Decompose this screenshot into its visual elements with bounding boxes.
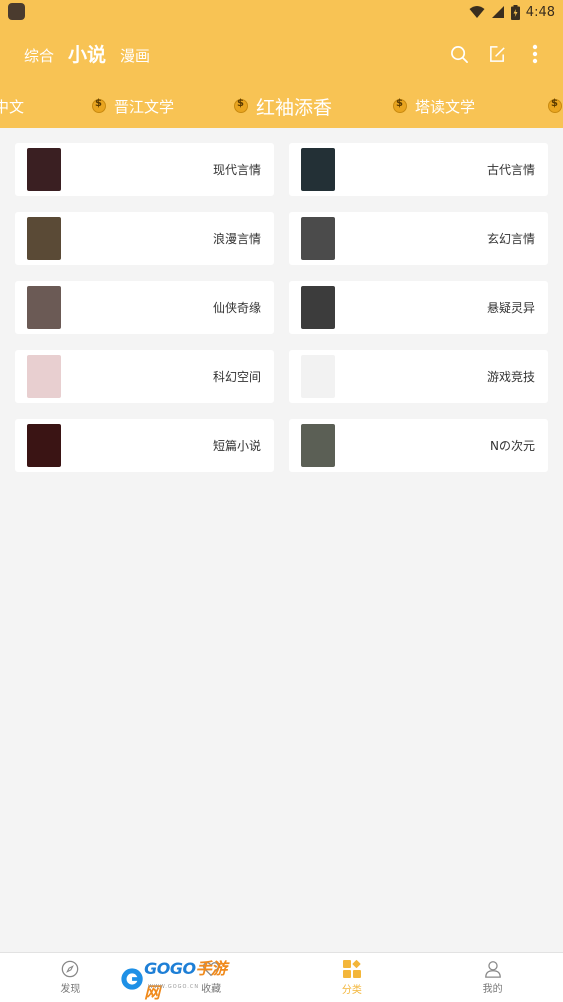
coin-icon: [393, 98, 407, 113]
edit-icon: [489, 45, 505, 62]
tab-comic[interactable]: 漫画: [120, 45, 150, 66]
coin-icon: [234, 98, 248, 113]
status-time: 4:48: [525, 4, 555, 20]
category-thumbnail: [27, 424, 61, 467]
category-card[interactable]: 悬疑灵异: [289, 281, 548, 334]
bottom-nav: 发现 收藏 分类 我的: [0, 952, 563, 1002]
category-label: 科幻空间: [212, 370, 261, 384]
category-card[interactable]: 游戏竞技: [289, 350, 548, 403]
toolbar: [449, 44, 545, 64]
nav-label: 发现: [60, 984, 81, 995]
source-label: 晋江文学: [114, 97, 175, 116]
watermark-latin: GOGO: [144, 959, 196, 978]
source-label: 塔读文学: [415, 97, 476, 116]
source-item[interactable]: 中文: [0, 88, 24, 124]
nav-label: 分类: [341, 985, 362, 996]
source-item-selected[interactable]: 红袖添香: [234, 88, 332, 124]
category-thumbnail: [301, 217, 335, 260]
source-scroller[interactable]: 中文 晋江文学 红袖添香 塔读文学: [0, 88, 563, 124]
category-card[interactable]: 短篇小说: [15, 419, 274, 472]
source-item[interactable]: [548, 88, 563, 124]
category-thumbnail: [27, 286, 61, 329]
source-item[interactable]: 晋江文学: [92, 88, 174, 124]
tab-comprehensive[interactable]: 综合: [24, 45, 54, 66]
watermark-e-icon: [121, 968, 143, 990]
app-header: 4:48 综合 小说 漫画 中文 $ 晋江文学 $ 红袖添香 $ 塔读文学 $: [0, 0, 563, 128]
top-tabs: 综合 小说 漫画: [24, 40, 150, 72]
watermark-url: WWW.GOGO.CN: [148, 984, 200, 990]
category-card[interactable]: 古代言情: [289, 143, 548, 196]
source-label: 中文: [0, 97, 25, 116]
tab-novel[interactable]: 小说: [68, 40, 106, 67]
coin-icon: [548, 98, 562, 113]
category-thumbnail: [301, 148, 335, 191]
category-card[interactable]: Nの次元: [289, 419, 548, 472]
nav-category[interactable]: 分类: [282, 953, 423, 1002]
coin-icon: [92, 98, 106, 113]
category-label: 古代言情: [486, 163, 535, 177]
watermark-text: GOGO手游网: [144, 955, 235, 1002]
category-card[interactable]: 浪漫言情: [15, 212, 274, 265]
compass-icon: [62, 960, 79, 978]
watermark-logo: GOGO手游网 WWW.GOGO.CN: [120, 959, 235, 1002]
battery-icon: [510, 4, 520, 20]
source-item[interactable]: 塔读文学: [393, 88, 475, 124]
category-label: 游戏竞技: [486, 370, 535, 384]
category-card[interactable]: 科幻空间: [15, 350, 274, 403]
search-button[interactable]: [449, 44, 469, 64]
search-icon: [450, 45, 468, 63]
category-thumbnail: [301, 355, 335, 398]
category-card[interactable]: 现代言情: [15, 143, 274, 196]
category-card[interactable]: 仙侠奇缘: [15, 281, 274, 334]
category-thumbnail: [301, 424, 335, 467]
more-vertical-icon: [532, 44, 538, 64]
source-label: 红袖添香: [256, 96, 333, 119]
wifi-icon: [469, 6, 485, 18]
category-label: 现代言情: [212, 163, 261, 177]
category-label: 浪漫言情: [212, 232, 261, 246]
category-label: 仙侠奇缘: [212, 301, 261, 315]
category-grid-icon: [342, 959, 361, 978]
category-thumbnail: [27, 217, 61, 260]
status-bar: 4:48: [0, 0, 563, 24]
category-card[interactable]: 玄幻言情: [289, 212, 548, 265]
nav-label: 我的: [482, 984, 503, 995]
category-thumbnail: [301, 286, 335, 329]
category-label: 短篇小说: [212, 439, 261, 453]
signal-icon: [491, 6, 504, 18]
app-notification-icon: [8, 3, 25, 20]
category-label: 玄幻言情: [486, 232, 535, 246]
user-icon: [484, 961, 501, 978]
category-thumbnail: [27, 355, 61, 398]
status-right: 4:48: [469, 2, 555, 22]
category-thumbnail: [27, 148, 61, 191]
edit-button[interactable]: [487, 44, 507, 64]
category-label: Nの次元: [490, 439, 535, 453]
nav-profile[interactable]: 我的: [422, 953, 563, 1002]
more-button[interactable]: [525, 44, 545, 64]
category-label: 悬疑灵异: [486, 301, 535, 315]
